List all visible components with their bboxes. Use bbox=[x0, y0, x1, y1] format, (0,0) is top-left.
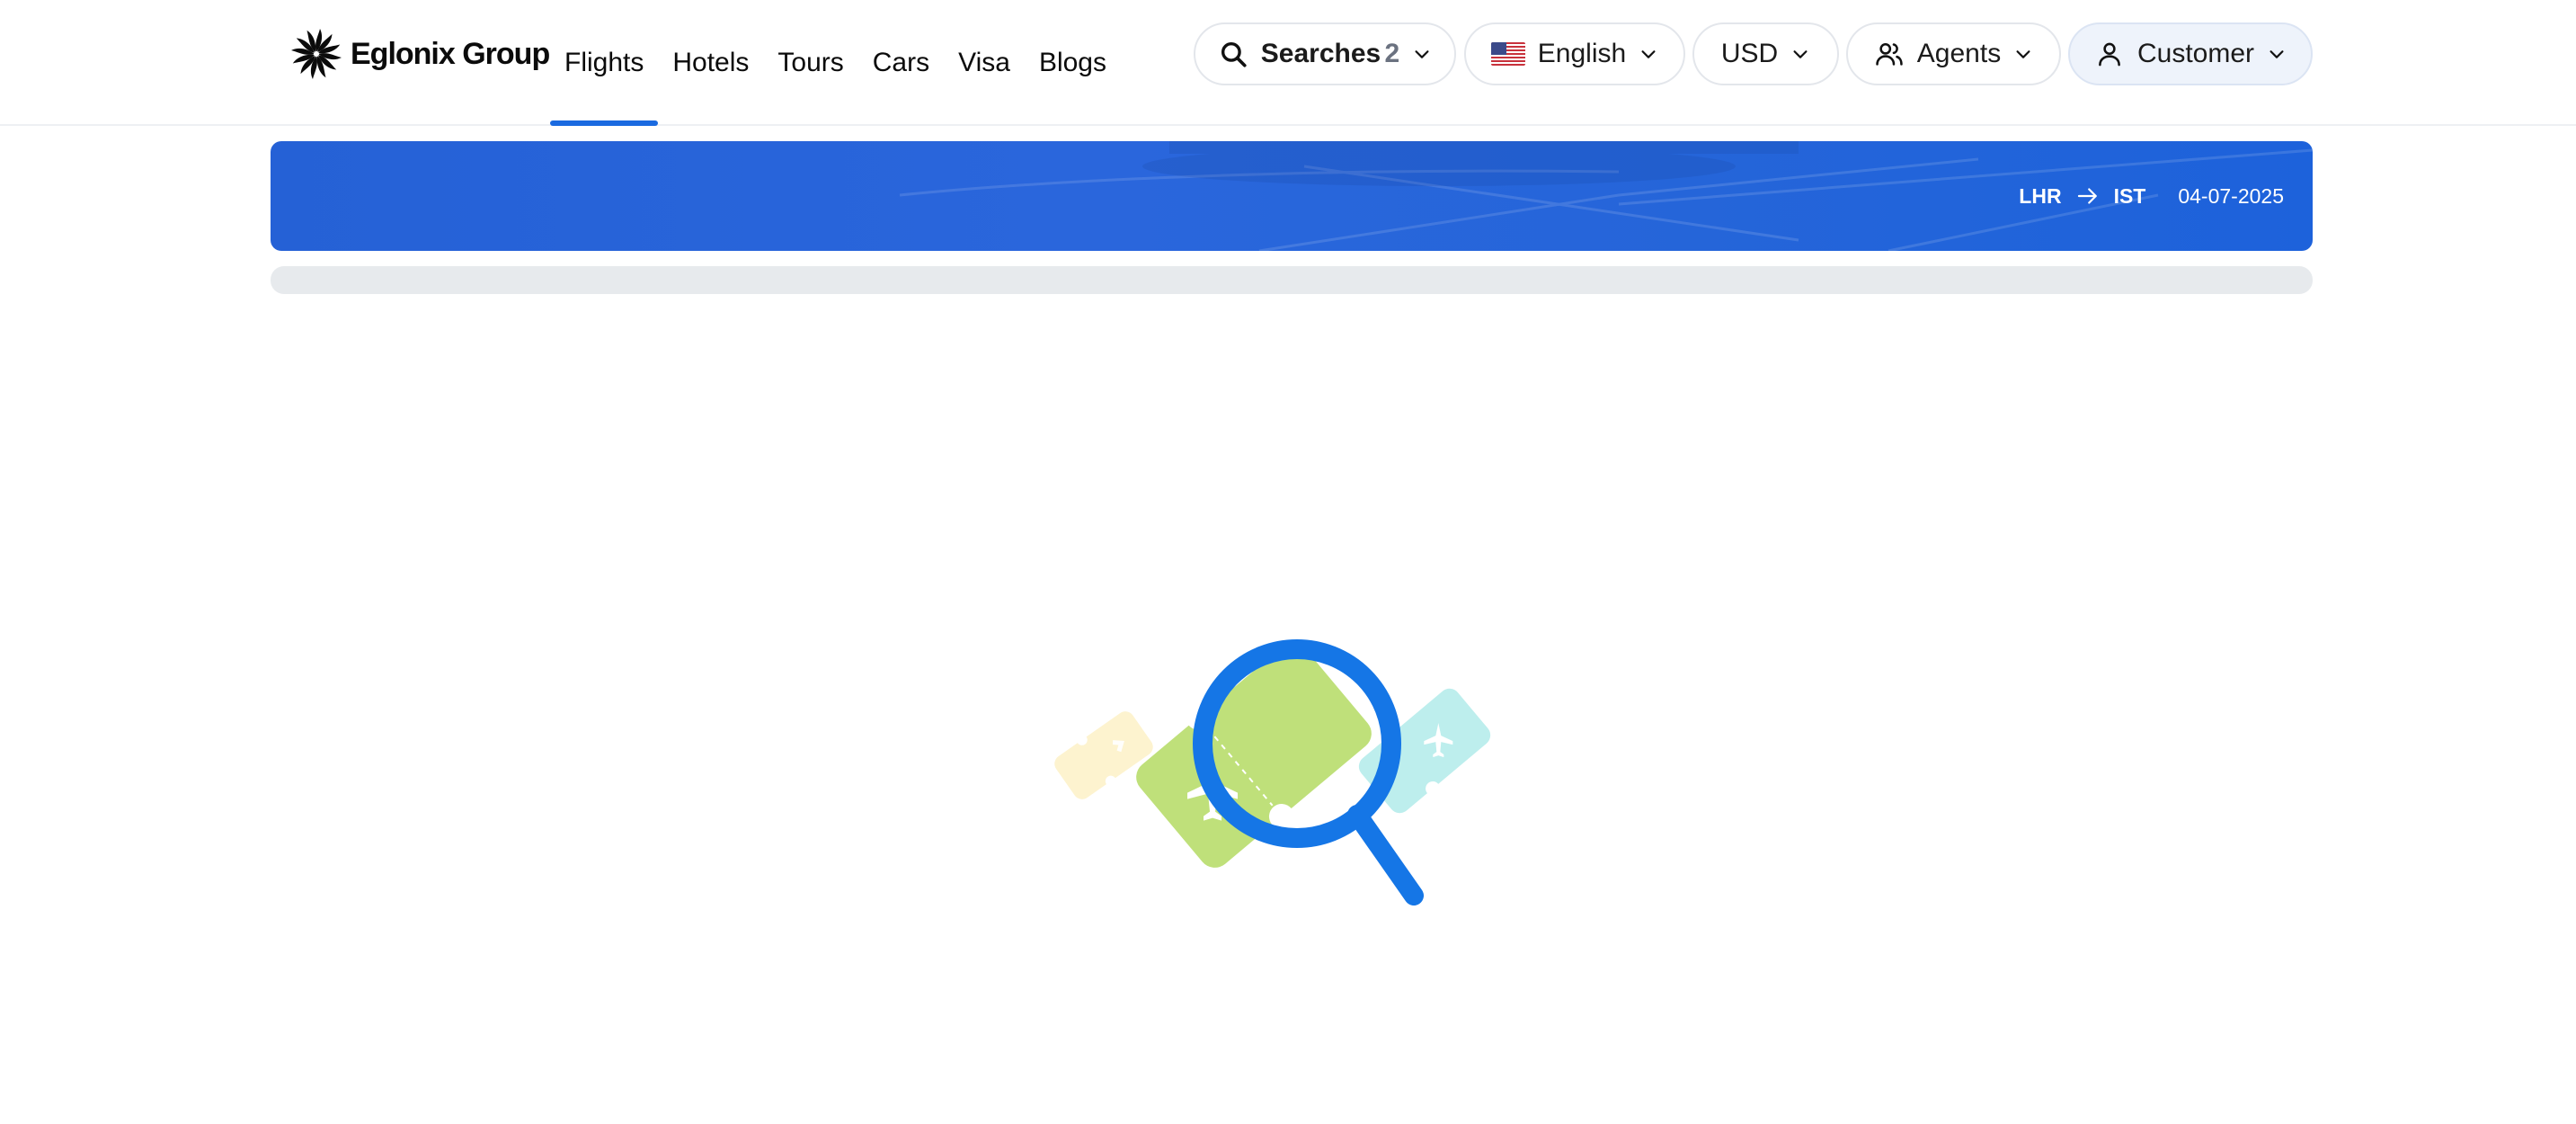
searches-label: Searches bbox=[1260, 39, 1381, 68]
currency-label: USD bbox=[1720, 39, 1779, 68]
brand-name: Eglonix Group bbox=[351, 36, 550, 71]
origin-code: LHR bbox=[2019, 183, 2062, 208]
agents-label: Agents bbox=[1916, 39, 2002, 68]
chevron-down-icon bbox=[1641, 50, 1656, 58]
search-icon bbox=[1221, 41, 1247, 67]
main-nav: Flights Hotels Tours Cars Visa Blogs bbox=[550, 0, 1121, 126]
us-flag-icon bbox=[1490, 42, 1525, 66]
searches-dropdown-button[interactable]: Searches 2 bbox=[1194, 22, 1456, 85]
language-label: English bbox=[1537, 39, 1627, 68]
route-summary: LHR IST 04-07-2025 bbox=[2019, 141, 2284, 251]
destination-code: IST bbox=[2113, 183, 2146, 208]
airplane-background-graphic bbox=[899, 141, 2313, 251]
nav-item-tours[interactable]: Tours bbox=[763, 0, 857, 126]
agents-dropdown-button[interactable]: Agents bbox=[1846, 22, 2061, 85]
customer-label: Customer bbox=[2136, 39, 2255, 68]
chevron-down-icon bbox=[1415, 50, 1429, 58]
nav-item-cars[interactable]: Cars bbox=[858, 0, 944, 126]
nav-item-flights[interactable]: Flights bbox=[550, 0, 659, 126]
brand-logo[interactable]: Eglonix Group bbox=[289, 27, 550, 81]
arrow-right-icon bbox=[2077, 188, 2097, 204]
top-navigation-bar: Eglonix Group Flights Hotels Tours Cars … bbox=[0, 0, 2576, 126]
nav-item-hotels[interactable]: Hotels bbox=[658, 0, 763, 126]
search-summary-banner: LHR IST 04-07-2025 bbox=[271, 141, 2313, 251]
starburst-logo-icon bbox=[291, 29, 342, 79]
departure-date: 04-07-2025 bbox=[2178, 183, 2284, 208]
customer-account-button[interactable]: Customer bbox=[2068, 22, 2313, 85]
searches-count: 2 bbox=[1384, 39, 1400, 68]
loading-progress-bar bbox=[271, 266, 2313, 294]
user-icon bbox=[2099, 42, 2120, 67]
currency-dropdown-button[interactable]: USD bbox=[1692, 22, 1839, 85]
chevron-down-icon bbox=[1793, 50, 1808, 58]
magnifier-flight-tickets-illustration bbox=[1054, 639, 1491, 905]
nav-item-blogs[interactable]: Blogs bbox=[1025, 0, 1121, 126]
ticket-yellow-icon bbox=[1054, 711, 1153, 799]
nav-item-visa[interactable]: Visa bbox=[944, 0, 1025, 126]
chevron-down-icon bbox=[2016, 50, 2030, 58]
users-icon bbox=[1876, 42, 1903, 66]
language-dropdown-button[interactable]: English bbox=[1464, 22, 1685, 85]
chevron-down-icon bbox=[2270, 50, 2284, 58]
